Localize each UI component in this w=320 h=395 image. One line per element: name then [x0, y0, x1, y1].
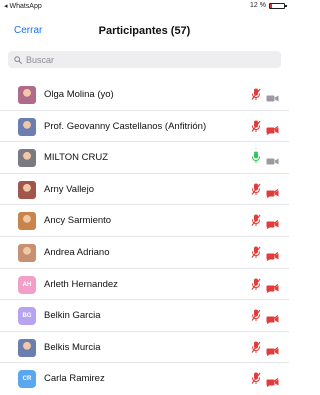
participant-row[interactable]: Ancy Sarmiento: [0, 205, 289, 237]
avatar: [18, 243, 36, 262]
participant-name: Belkin Garcia: [44, 310, 101, 322]
video-off-icon[interactable]: [266, 248, 279, 261]
microphone-muted-icon[interactable]: [251, 214, 261, 227]
search-input[interactable]: [26, 54, 266, 65]
microphone-muted-icon[interactable]: [251, 309, 261, 322]
video-off-icon[interactable]: [266, 280, 279, 293]
participant-name: Carla Ramirez: [44, 373, 105, 385]
microphone-muted-icon[interactable]: [251, 183, 261, 196]
video-off-icon[interactable]: [266, 374, 279, 388]
avatar: [18, 180, 36, 199]
battery-text: 12 %: [250, 2, 266, 9]
participant-name: Belkis Murcia: [44, 341, 101, 353]
avatar: BG: [18, 307, 36, 326]
nav-bar: Cerrar Participantes (57): [0, 16, 289, 48]
search-bar[interactable]: [8, 51, 281, 68]
participant-name: Prof. Geovanny Castellanos (Anfitrión): [44, 120, 207, 132]
microphone-muted-icon[interactable]: [251, 88, 261, 101]
video-off-icon[interactable]: [266, 343, 279, 356]
avatar: [18, 86, 36, 104]
video-off-icon[interactable]: [266, 122, 279, 135]
participant-row[interactable]: CR Carla Ramirez: [0, 363, 289, 395]
participant-list: Olga Molina (yo) Prof. Geovanny Castellan…: [0, 79, 289, 395]
carrier-text: ◂ WhatsApp: [4, 3, 42, 10]
avatar: [18, 117, 36, 136]
status-bar: ◂ WhatsApp 12 %: [0, 0, 289, 14]
avatar: [18, 212, 36, 231]
microphone-muted-icon[interactable]: [251, 372, 261, 385]
video-off-icon[interactable]: [266, 311, 279, 325]
avatar: [18, 149, 36, 168]
participant-row[interactable]: Belkis Murcia: [0, 332, 289, 364]
microphone-muted-icon[interactable]: [251, 341, 261, 354]
microphone-muted-icon[interactable]: [251, 278, 261, 291]
participant-name: Olga Molina (yo): [44, 89, 114, 100]
participant-row[interactable]: Andrea Adriano: [0, 237, 289, 269]
microphone-icon[interactable]: [251, 151, 261, 164]
participant-row[interactable]: AH Arleth Hernandez: [0, 269, 289, 301]
video-off-icon[interactable]: [266, 185, 279, 198]
video-camera-icon[interactable]: [266, 90, 279, 102]
page-title: Participantes (57): [98, 25, 191, 37]
participant-name: MILTON CRUZ: [44, 152, 109, 164]
participant-row[interactable]: MILTON CRUZ: [0, 142, 289, 174]
participant-row[interactable]: Olga Molina (yo): [0, 79, 289, 111]
search-icon: [14, 55, 22, 64]
video-off-icon[interactable]: [266, 216, 279, 230]
avatar: [18, 338, 36, 357]
microphone-muted-icon[interactable]: [251, 120, 261, 133]
participant-name: Arny Vallejo: [44, 183, 94, 195]
microphone-muted-icon[interactable]: [251, 246, 261, 259]
participant-row[interactable]: BG Belkin Garcia: [0, 300, 289, 332]
status-right: 12 %: [250, 2, 287, 9]
avatar: CR: [18, 370, 36, 389]
battery-icon: [269, 2, 287, 9]
participant-row[interactable]: Prof. Geovanny Castellanos (Anfitrión): [0, 111, 289, 143]
video-camera-icon[interactable]: [266, 153, 279, 165]
participant-name: Andrea Adriano: [44, 246, 110, 258]
participant-name: Ancy Sarmiento: [44, 215, 112, 227]
participant-row[interactable]: Arny Vallejo: [0, 174, 289, 206]
avatar: AH: [18, 275, 36, 294]
participant-name: Arleth Hernandez: [44, 278, 118, 290]
